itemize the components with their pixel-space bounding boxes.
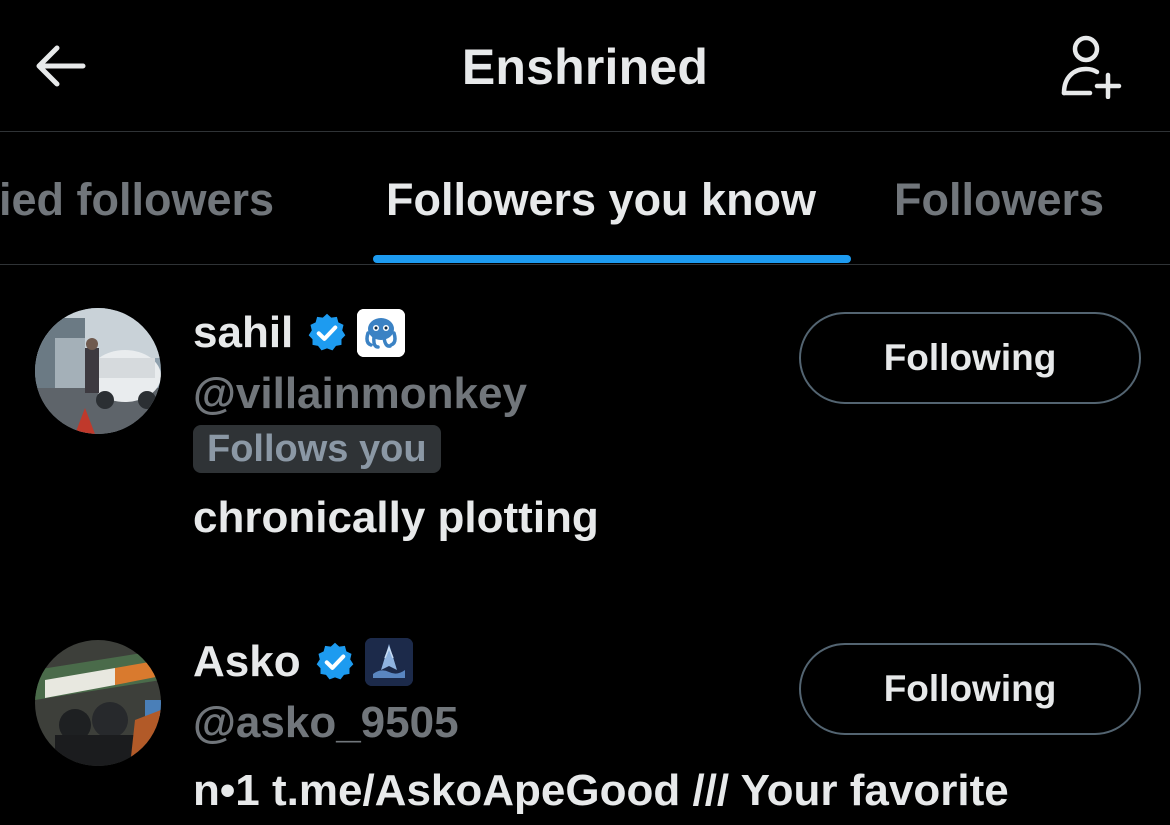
tab-verified-followers[interactable]: fied followers: [0, 174, 274, 226]
user-bio: chronically plotting: [193, 493, 599, 542]
avatar[interactable]: [35, 308, 161, 434]
tab-followers[interactable]: Followers: [894, 174, 1104, 226]
display-name[interactable]: Asko: [193, 637, 301, 687]
user-info: sahil @villainmonkey Follows you chronic…: [193, 303, 599, 543]
octopus-badge-icon[interactable]: [357, 309, 406, 357]
user-bio: n•1 t.me/AskoApeGood /// Your favorite: [193, 766, 1009, 815]
tab-followers-you-know[interactable]: Followers you know: [386, 174, 816, 226]
active-tab-indicator: [373, 255, 851, 263]
add-user-icon: [1058, 33, 1122, 104]
user-row-sahil[interactable]: sahil @villainmonkey Follows you chronic…: [0, 265, 1170, 595]
display-name[interactable]: sahil: [193, 308, 293, 358]
shark-badge-icon[interactable]: [364, 638, 413, 686]
following-button[interactable]: Following: [799, 643, 1141, 735]
avatar[interactable]: [35, 640, 161, 766]
page-title: Enshrined: [461, 39, 709, 95]
follows-you-badge: Follows you: [193, 425, 441, 473]
user-row-asko[interactable]: Asko @asko_9505 n•1 t.me/AskoApeGood ///…: [0, 595, 1170, 825]
name-line: sahil: [193, 303, 599, 363]
top-header: Enshrined: [0, 0, 1170, 132]
add-user-button[interactable]: [1050, 30, 1130, 106]
followers-tabs: fied followers Followers you know Follow…: [0, 132, 1170, 265]
user-handle: @villainmonkey: [193, 369, 527, 418]
following-button[interactable]: Following: [799, 312, 1141, 404]
verified-badge-icon: [305, 311, 349, 355]
verified-badge-icon: [313, 640, 357, 684]
